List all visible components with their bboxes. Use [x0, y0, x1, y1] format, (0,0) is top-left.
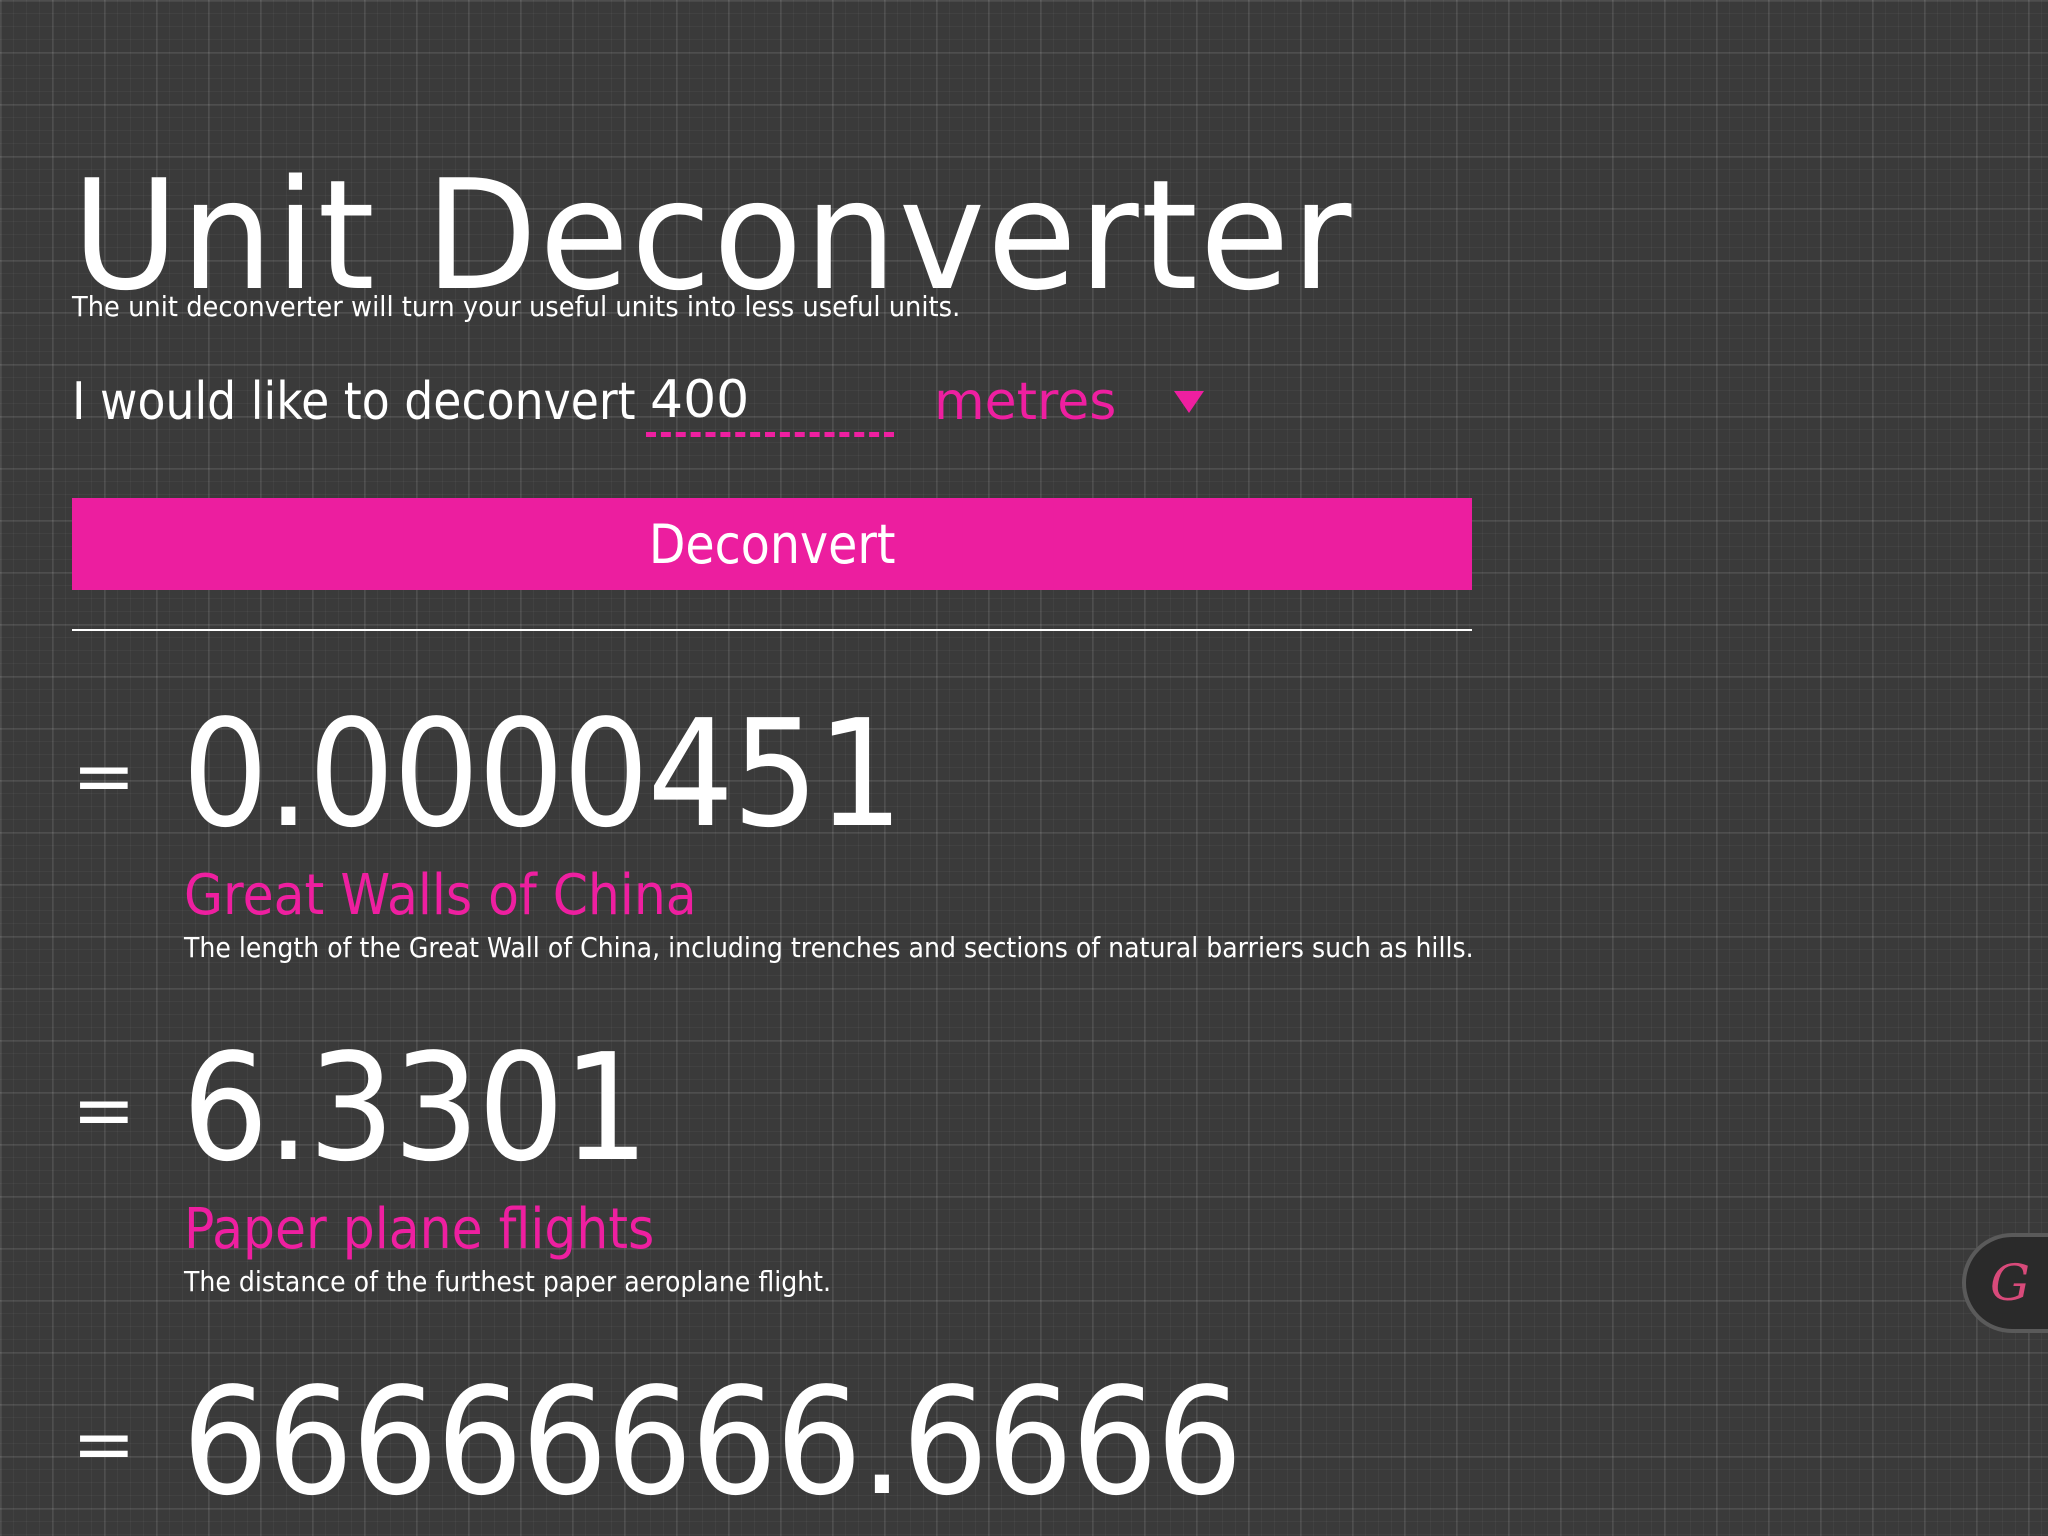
equals-sign: = [72, 731, 136, 820]
result-value: 6.3301 [182, 1022, 649, 1194]
divider [72, 629, 1472, 631]
convert-form: I would like to deconvert metres [72, 362, 1204, 442]
result-item: = 66666666.6666 [72, 1368, 1572, 1536]
quantity-input[interactable] [646, 367, 894, 437]
result-unit: Great Walls of China [184, 863, 697, 928]
prompt-label: I would like to deconvert [72, 372, 636, 432]
intro-text: The unit deconverter will turn your usef… [72, 290, 961, 323]
result-item: = 0.0000451 Great Walls of China The len… [72, 700, 1572, 980]
equals-sign: = [72, 1399, 136, 1488]
result-description: The length of the Great Wall of China, i… [184, 931, 1474, 964]
equals-sign: = [72, 1065, 136, 1154]
deconvert-button-label: Deconvert [648, 512, 896, 576]
result-value: 0.0000451 [182, 688, 904, 860]
unit-select[interactable]: metres [934, 367, 1204, 437]
result-description: The distance of the furthest paper aerop… [184, 1265, 832, 1298]
result-item: = 6.3301 Paper plane flights The distanc… [72, 1034, 1572, 1314]
deconvert-button[interactable]: Deconvert [72, 498, 1472, 590]
result-value: 66666666.6666 [182, 1356, 1243, 1528]
floating-app-badge[interactable]: G [1962, 1233, 2048, 1333]
g-logo-icon: G [1990, 1254, 2030, 1312]
dropdown-arrow-icon [1174, 391, 1204, 413]
unit-select-value: metres [934, 372, 1117, 432]
result-unit: Paper plane flights [184, 1197, 655, 1262]
